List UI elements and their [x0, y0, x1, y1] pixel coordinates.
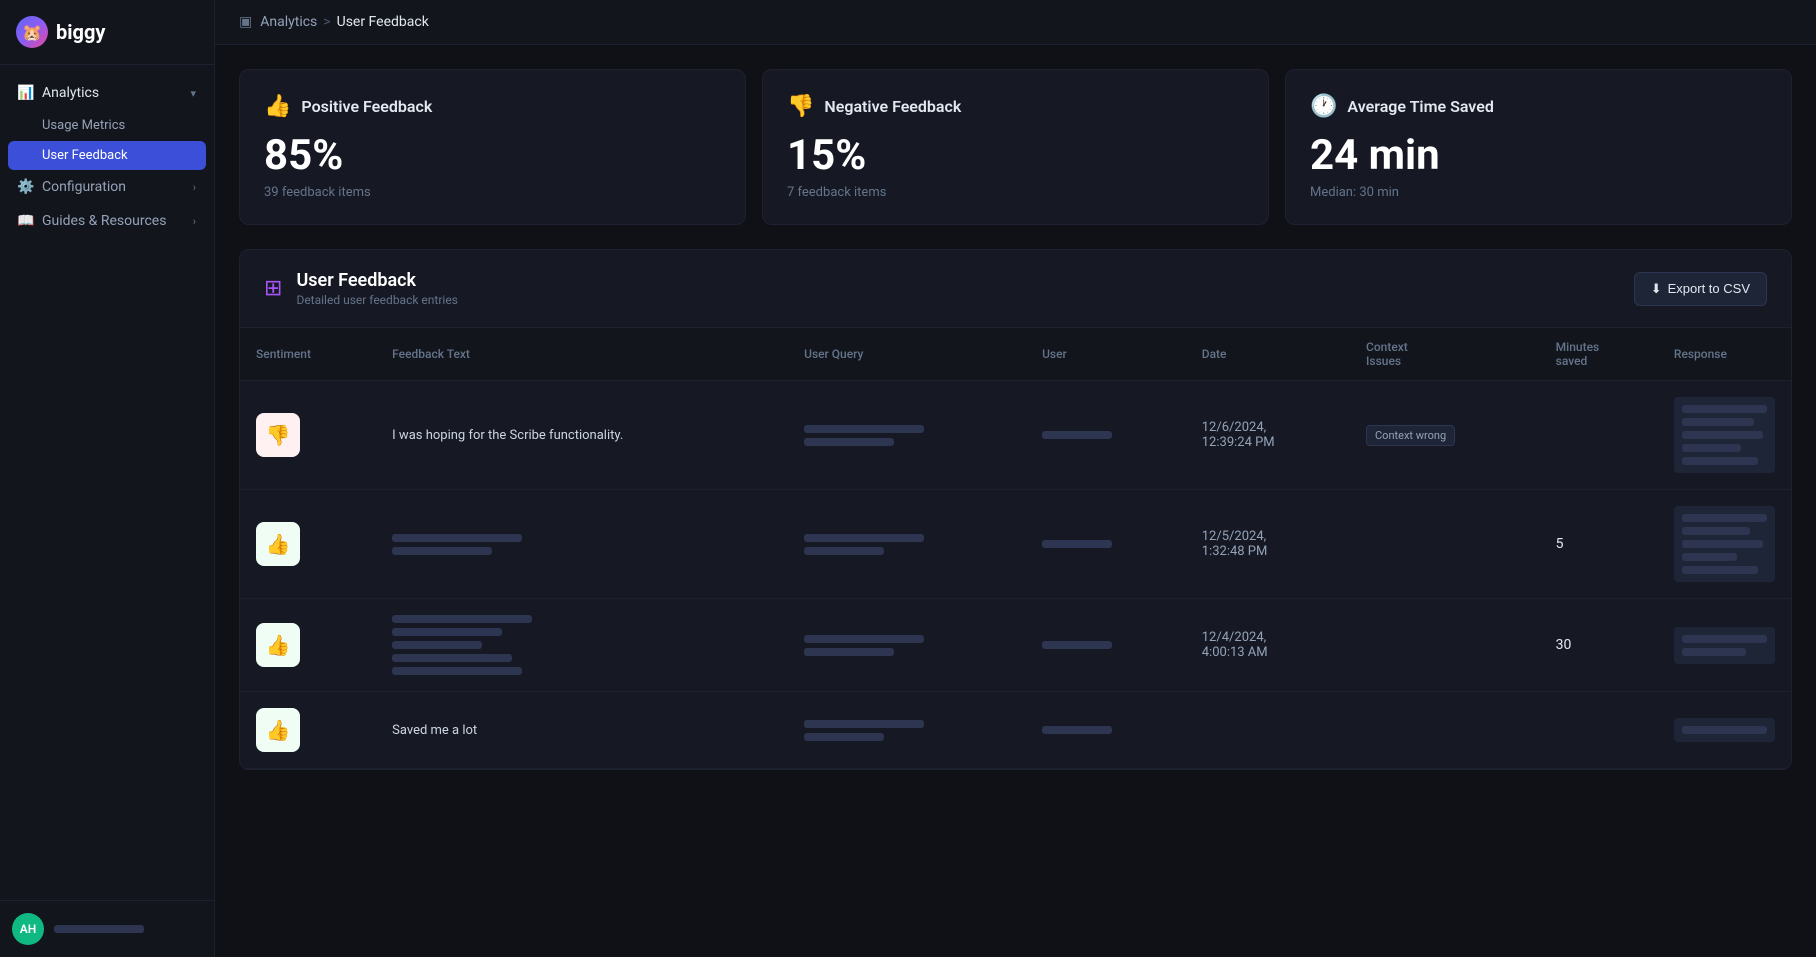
feedback-title: User Feedback [296, 270, 457, 291]
breadcrumb-current: User Feedback [337, 14, 429, 30]
sentiment-badge-negative: 👎 [256, 413, 300, 457]
sidebar-nav: 📊 Analytics ▾ Usage Metrics User Feedbac… [0, 65, 214, 900]
col-feedback-text: Feedback Text [376, 328, 788, 381]
table-row: 👍 [240, 599, 1791, 692]
guides-icon: 📖 [18, 213, 34, 229]
time-saved-sub: Median: 30 min [1310, 185, 1767, 200]
response-blurred [1674, 627, 1775, 664]
table-row: 👍 Saved me a lot [240, 692, 1791, 769]
sidebar-item-configuration-label: Configuration [42, 179, 126, 195]
negative-feedback-icon: 👎 [787, 94, 814, 119]
user-blurred [1042, 641, 1112, 649]
minutes-saved-cell: 5 [1556, 536, 1564, 552]
col-user-query: User Query [788, 328, 1026, 381]
logo-area[interactable]: 🐹 biggy [0, 0, 214, 65]
export-csv-label: Export to CSV [1668, 281, 1750, 296]
sidebar-toggle-icon[interactable]: ▣ [239, 14, 252, 30]
sentiment-badge-positive: 👍 [256, 708, 300, 752]
positive-feedback-sub: 39 feedback items [264, 185, 721, 200]
negative-feedback-label: Negative Feedback [824, 97, 961, 116]
sidebar-item-usage-metrics[interactable]: Usage Metrics [8, 111, 206, 140]
negative-feedback-sub: 7 feedback items [787, 185, 1244, 200]
user-info [54, 922, 144, 936]
user-blurred [1042, 431, 1112, 439]
positive-feedback-value: 85% [264, 135, 721, 177]
sidebar-item-user-feedback[interactable]: User Feedback [8, 141, 206, 170]
user-blurred [1042, 726, 1112, 734]
time-saved-icon: 🕐 [1310, 94, 1337, 119]
breadcrumb-parent[interactable]: Analytics [260, 14, 317, 30]
avatar[interactable]: AH [12, 913, 44, 945]
user-query-blurred [804, 534, 1010, 555]
sentiment-badge-positive: 👍 [256, 522, 300, 566]
stats-grid: 👍 Positive Feedback 85% 39 feedback item… [239, 69, 1792, 225]
sidebar-item-guides[interactable]: 📖 Guides & Resources › [8, 205, 206, 237]
feedback-text-blurred [392, 615, 772, 675]
user-query-blurred [804, 425, 1010, 446]
response-blurred [1674, 718, 1775, 742]
export-csv-button[interactable]: ⬇ Export to CSV [1634, 272, 1767, 306]
minutes-saved-cell: 30 [1556, 637, 1572, 653]
date-cell: 12/6/2024,12:39:24 PM [1202, 420, 1275, 450]
time-saved-value: 24 min [1310, 135, 1767, 177]
sidebar-footer: AH [0, 900, 214, 957]
user-feedback-label: User Feedback [42, 148, 128, 163]
content-area: 👍 Positive Feedback 85% 39 feedback item… [215, 45, 1816, 957]
date-cell: 12/5/2024,1:32:48 PM [1202, 529, 1268, 559]
sidebar: 🐹 biggy 📊 Analytics ▾ Usage Metrics User… [0, 0, 215, 957]
col-date: Date [1186, 328, 1350, 381]
feedback-text-blurred [392, 534, 772, 555]
feedback-header: ⊞ User Feedback Detailed user feedback e… [240, 250, 1791, 328]
response-blurred [1674, 397, 1775, 473]
col-user: User [1026, 328, 1186, 381]
feedback-title-area: ⊞ User Feedback Detailed user feedback e… [264, 270, 458, 307]
stat-card-time: 🕐 Average Time Saved 24 min Median: 30 m… [1285, 69, 1792, 225]
col-response: Response [1658, 328, 1791, 381]
user-name [54, 922, 144, 936]
sidebar-item-analytics[interactable]: 📊 Analytics ▾ [8, 77, 206, 109]
download-icon: ⬇ [1651, 281, 1662, 297]
sentiment-badge-positive: 👍 [256, 623, 300, 667]
col-context-issues: ContextIssues [1350, 328, 1540, 381]
user-query-blurred [804, 635, 1010, 656]
user-blurred [1042, 540, 1112, 548]
feedback-subtitle: Detailed user feedback entries [296, 293, 457, 307]
negative-feedback-value: 15% [787, 135, 1244, 177]
chevron-right-icon-2: › [193, 215, 196, 228]
user-query-blurred [804, 720, 1010, 741]
feedback-section: ⊞ User Feedback Detailed user feedback e… [239, 249, 1792, 770]
logo-icon: 🐹 [16, 16, 48, 48]
breadcrumb-separator: > [323, 14, 330, 30]
usage-metrics-label: Usage Metrics [42, 118, 125, 133]
sidebar-item-configuration[interactable]: ⚙️ Configuration › [8, 171, 206, 203]
table-row: 👍 [240, 490, 1791, 599]
analytics-icon: 📊 [18, 85, 34, 101]
positive-feedback-icon: 👍 [264, 94, 291, 119]
feedback-text: I was hoping for the Scribe functionalit… [392, 428, 623, 443]
response-blurred [1674, 506, 1775, 582]
sidebar-item-guides-label: Guides & Resources [42, 213, 166, 229]
stat-card-positive: 👍 Positive Feedback 85% 39 feedback item… [239, 69, 746, 225]
topbar: ▣ Analytics > User Feedback [215, 0, 1816, 45]
table-row: 👎 I was hoping for the Scribe functional… [240, 381, 1791, 490]
context-issues-badge: Context wrong [1366, 425, 1455, 446]
col-sentiment: Sentiment [240, 328, 376, 381]
feedback-text: Saved me a lot [392, 723, 477, 738]
col-minutes-saved: Minutessaved [1540, 328, 1658, 381]
chevron-right-icon: › [193, 181, 196, 194]
stat-card-negative: 👎 Negative Feedback 15% 7 feedback items [762, 69, 1269, 225]
configuration-icon: ⚙️ [18, 179, 34, 195]
sidebar-item-analytics-label: Analytics [42, 85, 99, 101]
positive-feedback-label: Positive Feedback [301, 97, 432, 116]
time-saved-label: Average Time Saved [1347, 97, 1493, 116]
main-content: ▣ Analytics > User Feedback 👍 Positive F… [215, 0, 1816, 957]
chevron-down-icon: ▾ [190, 87, 196, 100]
date-cell: 12/4/2024,4:00:13 AM [1202, 630, 1268, 660]
feedback-table: Sentiment Feedback Text User Query User … [240, 328, 1791, 769]
logo-text: biggy [56, 20, 105, 44]
breadcrumb: Analytics > User Feedback [260, 14, 429, 30]
feedback-section-icon: ⊞ [264, 276, 282, 301]
